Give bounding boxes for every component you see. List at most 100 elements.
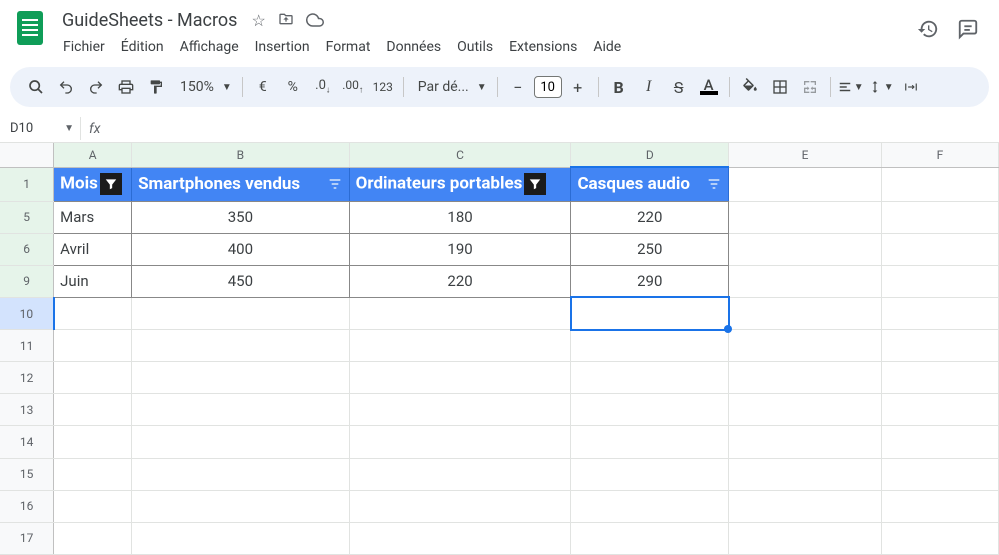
cell[interactable] bbox=[729, 330, 882, 362]
cell[interactable]: 450 bbox=[132, 265, 350, 297]
cell[interactable] bbox=[349, 458, 571, 490]
row-header-10[interactable]: 10 bbox=[0, 297, 54, 329]
active-cell[interactable] bbox=[571, 297, 729, 329]
decrease-font-button[interactable]: − bbox=[504, 73, 532, 101]
cell[interactable] bbox=[729, 297, 882, 329]
cell[interactable] bbox=[881, 426, 998, 458]
increase-decimal-button[interactable]: .00↑ bbox=[339, 73, 367, 101]
cell[interactable] bbox=[54, 394, 132, 426]
cell[interactable]: 190 bbox=[349, 233, 571, 265]
search-icon[interactable] bbox=[22, 73, 50, 101]
cell[interactable]: 350 bbox=[132, 201, 350, 233]
print-icon[interactable] bbox=[112, 73, 140, 101]
cell[interactable] bbox=[132, 362, 350, 394]
cell[interactable] bbox=[54, 490, 132, 522]
borders-button[interactable] bbox=[766, 73, 794, 101]
cell[interactable] bbox=[729, 458, 882, 490]
col-header-C[interactable]: C bbox=[349, 143, 571, 167]
col-header-A[interactable]: A bbox=[54, 143, 132, 167]
row-header-13[interactable]: 13 bbox=[0, 394, 54, 426]
row-header-1[interactable]: 1 bbox=[0, 167, 54, 201]
col-header-F[interactable]: F bbox=[881, 143, 998, 167]
cell[interactable] bbox=[571, 362, 729, 394]
cell[interactable]: Juin bbox=[54, 265, 132, 297]
col-header-D[interactable]: D bbox=[571, 143, 729, 167]
name-box[interactable]: D10 ▼ bbox=[0, 121, 80, 136]
cell[interactable]: 180 bbox=[349, 201, 571, 233]
cell[interactable] bbox=[54, 330, 132, 362]
cell[interactable] bbox=[881, 201, 998, 233]
filter-active-icon[interactable] bbox=[524, 173, 546, 195]
cell[interactable] bbox=[54, 458, 132, 490]
cell[interactable] bbox=[729, 233, 882, 265]
merge-cells-button[interactable] bbox=[796, 73, 824, 101]
spreadsheet-grid[interactable]: A B C D E F 1 Mois Smartphones vendus Or… bbox=[0, 143, 999, 555]
cloud-status-icon[interactable] bbox=[306, 11, 324, 30]
sheets-logo[interactable] bbox=[10, 8, 50, 48]
cell[interactable] bbox=[729, 167, 882, 201]
menu-fichier[interactable]: Fichier bbox=[56, 35, 112, 59]
paint-format-icon[interactable] bbox=[142, 73, 170, 101]
cell[interactable] bbox=[881, 297, 998, 329]
menu-donnees[interactable]: Données bbox=[379, 35, 448, 59]
wrap-button[interactable] bbox=[897, 73, 925, 101]
row-header-11[interactable]: 11 bbox=[0, 330, 54, 362]
cell[interactable] bbox=[571, 330, 729, 362]
menu-aide[interactable]: Aide bbox=[586, 35, 628, 59]
row-header-16[interactable]: 16 bbox=[0, 490, 54, 522]
comment-icon[interactable] bbox=[957, 18, 979, 40]
cell[interactable]: 400 bbox=[132, 233, 350, 265]
row-header-15[interactable]: 15 bbox=[0, 458, 54, 490]
cell[interactable]: Avril bbox=[54, 233, 132, 265]
cell[interactable] bbox=[729, 426, 882, 458]
cell[interactable]: 220 bbox=[349, 265, 571, 297]
font-selector[interactable]: Par dé... ▼ bbox=[410, 79, 491, 95]
font-size-input[interactable] bbox=[534, 76, 562, 98]
row-header-6[interactable]: 6 bbox=[0, 233, 54, 265]
filter-icon[interactable] bbox=[706, 176, 722, 192]
history-icon[interactable] bbox=[917, 18, 939, 40]
cell[interactable] bbox=[349, 522, 571, 554]
cell[interactable] bbox=[571, 426, 729, 458]
row-header-17[interactable]: 17 bbox=[0, 522, 54, 554]
menu-affichage[interactable]: Affichage bbox=[173, 35, 246, 59]
menu-extensions[interactable]: Extensions bbox=[502, 35, 584, 59]
cell[interactable] bbox=[349, 330, 571, 362]
cell[interactable] bbox=[571, 490, 729, 522]
cell[interactable]: 250 bbox=[571, 233, 729, 265]
number-format-button[interactable]: 123 bbox=[369, 73, 397, 101]
cell[interactable] bbox=[349, 362, 571, 394]
cell[interactable] bbox=[881, 362, 998, 394]
cell[interactable] bbox=[571, 522, 729, 554]
cell[interactable] bbox=[881, 330, 998, 362]
cell[interactable] bbox=[881, 522, 998, 554]
valign-button[interactable]: ▼ bbox=[867, 73, 895, 101]
percent-format-button[interactable]: % bbox=[279, 73, 307, 101]
menu-format[interactable]: Format bbox=[319, 35, 378, 59]
cell[interactable] bbox=[132, 522, 350, 554]
bold-button[interactable]: B bbox=[605, 73, 633, 101]
row-header-5[interactable]: 5 bbox=[0, 201, 54, 233]
cell[interactable] bbox=[729, 394, 882, 426]
select-all-corner[interactable] bbox=[0, 143, 54, 167]
header-cell[interactable]: Mois bbox=[54, 167, 132, 201]
cell[interactable] bbox=[132, 394, 350, 426]
cell[interactable] bbox=[729, 490, 882, 522]
col-header-B[interactable]: B bbox=[132, 143, 350, 167]
text-color-button[interactable]: A bbox=[695, 79, 723, 95]
menu-insertion[interactable]: Insertion bbox=[248, 35, 317, 59]
cell[interactable]: 220 bbox=[571, 201, 729, 233]
cell[interactable] bbox=[729, 201, 882, 233]
cell[interactable] bbox=[54, 297, 132, 329]
cell[interactable]: 290 bbox=[571, 265, 729, 297]
cell[interactable] bbox=[132, 490, 350, 522]
cell[interactable] bbox=[54, 522, 132, 554]
align-button[interactable]: ▼ bbox=[837, 73, 865, 101]
undo-icon[interactable] bbox=[52, 73, 80, 101]
cell[interactable] bbox=[571, 394, 729, 426]
cell[interactable] bbox=[881, 233, 998, 265]
cell[interactable] bbox=[349, 297, 571, 329]
increase-font-button[interactable]: + bbox=[564, 73, 592, 101]
redo-icon[interactable] bbox=[82, 73, 110, 101]
cell[interactable] bbox=[729, 362, 882, 394]
